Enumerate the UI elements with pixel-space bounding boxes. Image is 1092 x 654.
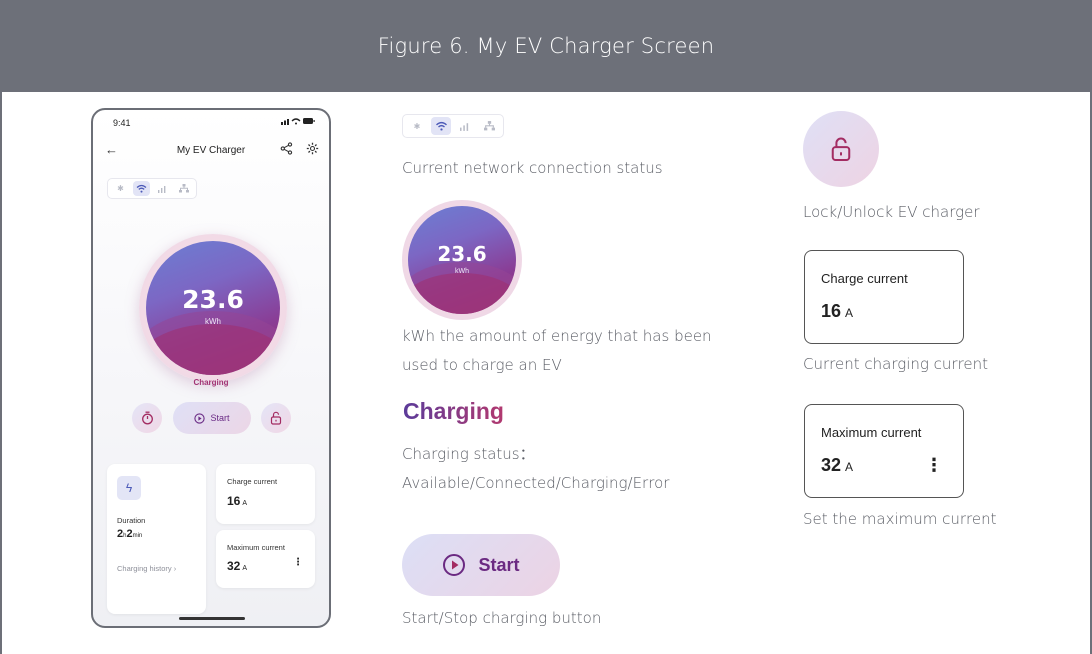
lock-button-legend[interactable] (803, 111, 879, 187)
energy-gauge-disc: 23.6 kWh (408, 206, 516, 314)
duration-value: 2h2min (117, 528, 143, 540)
duration-card: ϟ Duration 2h2min Charging history › (107, 464, 206, 614)
max-current-label: Maximum current (821, 425, 922, 440)
ethernet-icon (175, 181, 192, 196)
energy-gauge: 23.6 kWh (139, 234, 287, 382)
figure-title: Figure 6. My EV Charger Screen (0, 0, 1092, 92)
energy-caption-line1: kWh the amount of energy that has been (402, 327, 712, 345)
status-bar: 9:41 (93, 110, 329, 134)
energy-value: 23.6 (182, 285, 244, 314)
charge-current-label: Charge current (227, 477, 278, 486)
gear-icon[interactable] (306, 142, 319, 160)
charging-history-link[interactable]: Charging history › (117, 564, 176, 573)
start-button[interactable]: Start (173, 402, 251, 434)
energy-gauge-legend: 23.6 kWh (402, 200, 522, 320)
energy-unit: kWh (205, 317, 221, 326)
max-current-value: 32 A (821, 455, 854, 475)
lock-caption: Lock/Unlock EV charger (803, 203, 980, 221)
network-caption: Current network connection status (402, 159, 663, 177)
charge-current-value: 16 A (227, 494, 248, 508)
start-caption: Start/Stop charging button (402, 609, 602, 627)
signal-wifi-battery-icon (281, 118, 315, 125)
max-current-label: Maximum current (227, 543, 285, 552)
energy-value: 23.6 (437, 242, 487, 266)
start-button-legend[interactable]: Start (402, 534, 560, 596)
energy-unit: kWh (455, 268, 469, 275)
max-current-card[interactable]: Maximum current 32 A ⋮ (216, 530, 315, 588)
charge-current-value: 16 A (821, 301, 854, 321)
ethernet-icon (479, 117, 499, 135)
charge-current-card: Charge current 16 A (216, 464, 315, 524)
network-status-bar-legend: ✱ (402, 114, 504, 138)
unlock-icon (270, 411, 282, 425)
wifi-icon (133, 181, 150, 196)
more-options-icon[interactable]: ⋮ (293, 557, 303, 568)
start-button-label: Start (210, 413, 230, 423)
charging-status: Charging (193, 378, 229, 387)
energy-gauge-disc: 23.6 kWh (146, 241, 280, 375)
home-indicator (179, 617, 245, 620)
charging-title: Charging (403, 398, 504, 424)
wifi-icon (431, 117, 451, 135)
duration-label: Duration (117, 516, 146, 525)
frame-border-left (0, 92, 2, 654)
max-current-card-legend[interactable]: Maximum current 32 A ⋮ (804, 404, 964, 498)
timer-button[interactable] (132, 403, 162, 433)
charging-caption-line2: Available/Connected/Charging/Error (402, 474, 670, 492)
charging-caption-line1: Charging status： (402, 445, 535, 463)
share-icon[interactable] (280, 142, 293, 160)
status-time: 9:41 (113, 118, 131, 128)
unlock-icon (831, 137, 851, 162)
nav-title: My EV Charger (176, 145, 246, 156)
status-icons (281, 117, 315, 127)
start-button-label: Start (478, 554, 520, 575)
energy-caption-line2: used to charge an EV (402, 356, 562, 374)
cellular-icon (154, 181, 171, 196)
charge-current-label: Charge current (821, 271, 908, 286)
phone-mockup: 9:41 ← My EV Charger ✱ 23.6 kWh Charging… (91, 108, 331, 628)
play-icon (443, 554, 466, 576)
more-options-icon[interactable]: ⋮ (925, 455, 943, 476)
lock-button[interactable] (261, 403, 291, 433)
network-status-bar: ✱ (107, 178, 197, 199)
play-icon (194, 412, 206, 424)
lightning-icon: ϟ (117, 476, 141, 500)
charge-current-caption: Current charging current (803, 355, 989, 373)
timer-icon (141, 411, 153, 425)
nav-bar: ← My EV Charger (93, 140, 329, 164)
max-current-caption: Set the maximum current (803, 510, 997, 528)
max-current-value: 32 A (227, 559, 248, 573)
charge-current-card-legend: Charge current 16 A (804, 250, 964, 344)
bluetooth-icon: ✱ (413, 121, 421, 131)
bluetooth-icon: ✱ (117, 184, 124, 193)
cellular-icon (455, 117, 475, 135)
